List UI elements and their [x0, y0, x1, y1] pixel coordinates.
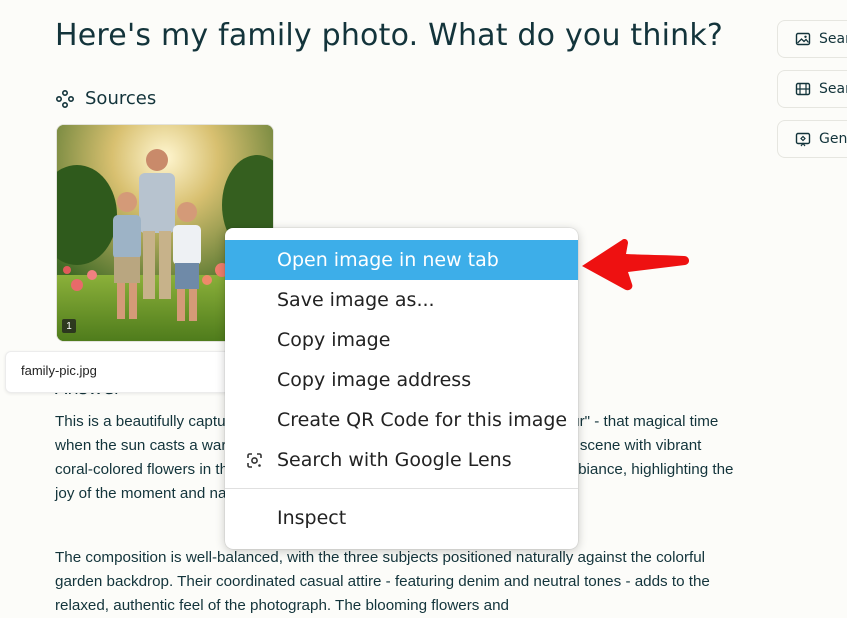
menu-item-search-google-lens[interactable]: Search with Google Lens: [225, 440, 578, 480]
sources-heading-label: Sources: [85, 88, 157, 109]
generate-image-icon: [795, 132, 811, 147]
image-icon: [795, 32, 811, 46]
menu-separator: [225, 488, 578, 489]
generate-image-button[interactable]: Generate Image: [777, 120, 847, 158]
google-lens-icon: [247, 453, 262, 468]
menu-item-copy-image-address[interactable]: Copy image address: [225, 360, 578, 400]
red-arrow-annotation: [582, 239, 690, 291]
context-menu: Open image in new tab Save image as... C…: [225, 228, 578, 549]
menu-item-search-google-lens-label: Search with Google Lens: [277, 449, 512, 471]
filename-tooltip-text: family-pic.jpg: [21, 363, 97, 378]
menu-item-copy-image[interactable]: Copy image: [225, 320, 578, 360]
menu-item-create-qr-code[interactable]: Create QR Code for this image: [225, 400, 578, 440]
menu-item-save-image-as[interactable]: Save image as...: [225, 280, 578, 320]
filename-tooltip: family-pic.jpg: [5, 351, 232, 393]
search-videos-button[interactable]: Search Videos: [777, 70, 847, 108]
search-videos-label: Search Videos: [819, 81, 847, 97]
menu-item-inspect[interactable]: Inspect: [225, 498, 578, 538]
sources-icon: [55, 89, 75, 108]
source-number-badge: 1: [62, 319, 76, 333]
generate-image-label: Generate Image: [819, 131, 847, 147]
film-icon: [795, 82, 811, 96]
search-images-button[interactable]: Search Images: [777, 20, 847, 58]
menu-item-open-image-new-tab[interactable]: Open image in new tab: [225, 240, 578, 280]
sources-heading: Sources: [55, 88, 156, 109]
answer-paragraph-2: The composition is well-balanced, with t…: [55, 549, 710, 614]
search-images-label: Search Images: [819, 31, 847, 47]
page-title: Here's my family photo. What do you thin…: [55, 18, 724, 53]
